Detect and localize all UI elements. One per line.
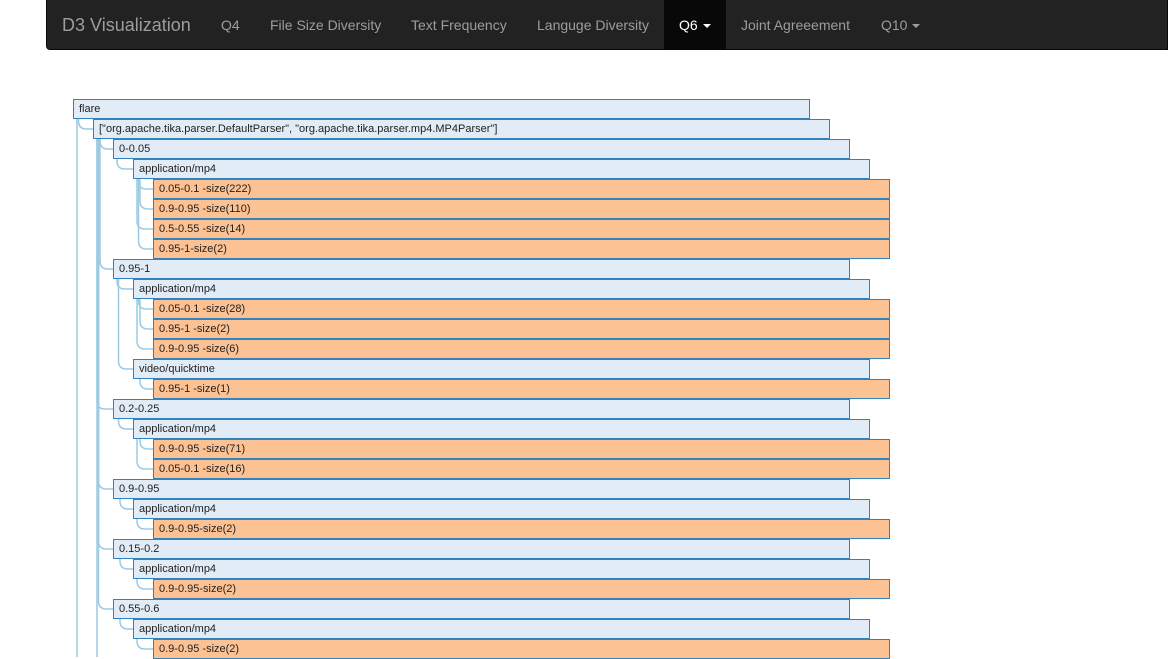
tree-branch-node[interactable]: 0.55-0.6 xyxy=(113,599,850,619)
tree-leaf-node[interactable]: 0.9-0.95 -size(6) xyxy=(153,339,890,359)
tree-leaf-node[interactable]: 0.9-0.95 -size(2) xyxy=(153,639,890,659)
tree-branch-node[interactable]: application/mp4 xyxy=(133,619,870,639)
tree-leaf-node[interactable]: 0.95-1 -size(2) xyxy=(153,319,890,339)
tree-branch-node[interactable]: 0-0.05 xyxy=(113,139,850,159)
tree-link xyxy=(77,119,93,130)
tree-leaf-node[interactable]: 0.5-0.55 -size(14) xyxy=(153,219,890,239)
tree-link xyxy=(119,559,133,570)
tree-branch-node[interactable]: 0.15-0.2 xyxy=(113,539,850,559)
tree-link xyxy=(136,519,153,530)
tree-link xyxy=(136,439,153,470)
tree-link xyxy=(117,279,133,370)
tree-link xyxy=(99,139,113,150)
tree-branch-node[interactable]: 0.2-0.25 xyxy=(113,399,850,419)
tree-branch-node[interactable]: application/mp4 xyxy=(133,419,870,439)
tree-leaf-node[interactable]: 0.05-0.1 -size(28) xyxy=(153,299,890,319)
tree-branch-node[interactable]: video/quicktime xyxy=(133,359,870,379)
tree-branch-node[interactable]: application/mp4 xyxy=(133,279,870,299)
tree-link xyxy=(119,499,133,510)
tree-leaf-node[interactable]: 0.05-0.1 -size(16) xyxy=(153,459,890,479)
tree-link xyxy=(139,299,153,330)
tree-branch-node[interactable]: ["org.apache.tika.parser.DefaultParser",… xyxy=(93,119,830,139)
tree-link xyxy=(116,159,133,170)
tree-leaf-node[interactable]: 0.9-0.95 -size(110) xyxy=(153,199,890,219)
tree-link xyxy=(139,439,153,450)
tree-branch-node[interactable]: application/mp4 xyxy=(133,559,870,579)
tree-branch-node[interactable]: application/mp4 xyxy=(133,499,870,519)
tree-leaf-node[interactable]: 0.95-1-size(2) xyxy=(153,239,890,259)
tree-leaf-node[interactable]: 0.95-1 -size(1) xyxy=(153,379,890,399)
tree-leaf-node[interactable]: 0.9-0.95-size(2) xyxy=(153,519,890,539)
tree-branch-node[interactable]: flare xyxy=(73,99,810,119)
tree-link xyxy=(117,419,133,430)
tree-branch-node[interactable]: 0.9-0.95 xyxy=(113,479,850,499)
tree-link xyxy=(119,619,133,630)
tree-branch-node[interactable]: 0.95-1 xyxy=(113,259,850,279)
tree-leaf-node[interactable]: 0.05-0.1 -size(222) xyxy=(153,179,890,199)
tree-branch-node[interactable]: application/mp4 xyxy=(133,159,870,179)
tree-link xyxy=(116,279,133,290)
tree-link xyxy=(139,179,153,210)
tree-link xyxy=(139,379,153,390)
tree-link xyxy=(136,579,153,590)
tree-leaf-node[interactable]: 0.9-0.95 -size(71) xyxy=(153,439,890,459)
tree-link xyxy=(136,639,153,650)
tree-link xyxy=(99,139,113,270)
tree-leaf-node[interactable]: 0.9-0.95-size(2) xyxy=(153,579,890,599)
